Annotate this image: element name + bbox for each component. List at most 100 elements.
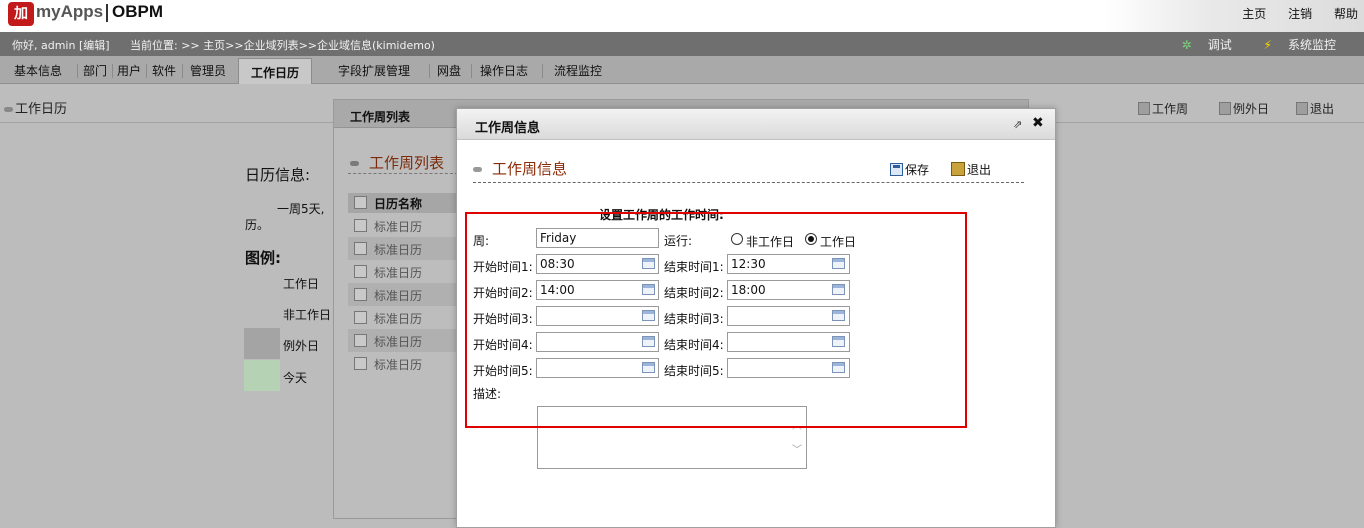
- system-monitor-label: 系统监控: [1287, 38, 1336, 52]
- row-checkbox[interactable]: [354, 357, 367, 370]
- tab-separator: [77, 64, 78, 78]
- page-exit-label: 退出: [1310, 102, 1335, 116]
- row-calendar-name[interactable]: 标准日历: [374, 289, 422, 303]
- legend-swatch-workday: [244, 267, 280, 298]
- tab-separator: [471, 64, 472, 78]
- table-header: 日历名称: [348, 193, 460, 213]
- bullet-icon: [4, 107, 13, 112]
- legend-title: 图例:: [245, 249, 281, 267]
- user-tools: ✲ 调试 ⚡ 系统监控: [1154, 36, 1336, 53]
- document-icon: [1138, 102, 1150, 115]
- row-calendar-name[interactable]: 标准日历: [374, 243, 422, 257]
- exit-icon: [1296, 102, 1308, 115]
- logo-product: OBPM: [112, 2, 163, 21]
- row-calendar-name[interactable]: 标准日历: [374, 312, 422, 326]
- row-checkbox[interactable]: [354, 265, 367, 278]
- legend-label-today: 今天: [283, 371, 308, 385]
- legend-swatch-exception: [244, 328, 280, 359]
- page-title-text: 工作日历: [15, 102, 68, 117]
- section-title: 工作周信息: [473, 158, 567, 179]
- table-row[interactable]: 标准日历: [348, 306, 460, 329]
- page-exit-button[interactable]: 退出: [1296, 100, 1334, 117]
- legend-label-workday: 工作日: [283, 277, 320, 291]
- scroll-down-icon[interactable]: ﹀: [792, 441, 802, 456]
- exit-label: 退出: [967, 163, 992, 177]
- tab-separator: [542, 64, 543, 78]
- row-checkbox[interactable]: [354, 334, 367, 347]
- tab-separator: [182, 64, 183, 78]
- tab-operation-log[interactable]: 操作日志: [480, 62, 528, 79]
- exception-day-label: 例外日: [1233, 102, 1270, 116]
- legend-swatch-today: [244, 360, 280, 391]
- section-title-text: 工作周信息: [492, 160, 568, 178]
- select-all-checkbox[interactable]: [354, 196, 367, 209]
- tab-netdisk[interactable]: 网盘: [437, 62, 461, 79]
- calendar-info-title: 日历信息:: [245, 166, 311, 184]
- lightning-icon: ⚡: [1263, 38, 1272, 52]
- home-link[interactable]: 主页: [1242, 7, 1266, 21]
- section-divider: [473, 182, 1024, 183]
- tab-software[interactable]: 软件: [152, 62, 176, 79]
- row-calendar-name[interactable]: 标准日历: [374, 358, 422, 372]
- table-row[interactable]: 标准日历: [348, 260, 460, 283]
- breadcrumb: 当前位置: >> 主页>>企业域列表>>企业域信息(kimidemo): [130, 39, 435, 52]
- legend-label-exception: 例外日: [283, 339, 320, 353]
- tab-department[interactable]: 部门: [83, 62, 107, 79]
- tab-separator: [429, 64, 430, 78]
- exit-icon: [951, 162, 965, 176]
- row-checkbox[interactable]: [354, 219, 367, 232]
- nav-tabs: 基本信息 部门 用户 软件 管理员 工作日历 字段扩展管理 网盘 操作日志 流程…: [0, 56, 1364, 84]
- tab-admins[interactable]: 管理员: [190, 62, 226, 79]
- tab-users[interactable]: 用户: [117, 62, 141, 79]
- save-icon: [890, 163, 903, 176]
- table-row[interactable]: 标准日历: [348, 283, 460, 306]
- user-greeting[interactable]: 你好, admin [编辑]: [12, 37, 110, 53]
- row-calendar-name[interactable]: 标准日历: [374, 266, 422, 280]
- top-bar: 加 myApps OBPM 主页 注销 帮助: [0, 0, 1364, 32]
- row-calendar-name[interactable]: 标准日历: [374, 335, 422, 349]
- legend-swatch-non-workday: [244, 298, 280, 329]
- row-checkbox[interactable]: [354, 311, 367, 324]
- dialog-title: 工作周信息: [475, 121, 541, 136]
- debug-button[interactable]: ✲ 调试: [1168, 38, 1232, 52]
- table-row[interactable]: 标准日历: [348, 237, 460, 260]
- row-checkbox[interactable]: [354, 288, 367, 301]
- bullet-icon: [473, 167, 482, 172]
- user-bar: 你好, admin [编辑] 当前位置: >> 主页>>企业域列表>>企业域信息…: [0, 32, 1364, 56]
- list-title-text: 工作周列表: [369, 154, 445, 172]
- logo-icon: 加: [8, 2, 34, 26]
- column-calendar-name: 日历名称: [374, 197, 423, 211]
- highlight-box: [465, 212, 967, 428]
- table-row[interactable]: 标准日历: [348, 329, 460, 352]
- save-button[interactable]: 保存: [890, 161, 929, 178]
- page-title: 工作日历: [4, 98, 67, 117]
- work-week-button[interactable]: 工作周: [1138, 100, 1188, 117]
- help-link[interactable]: 帮助: [1334, 7, 1358, 21]
- top-links: 主页 注销 帮助: [1224, 5, 1358, 22]
- work-week-label: 工作周: [1152, 102, 1189, 116]
- tab-basic-info[interactable]: 基本信息: [14, 62, 62, 79]
- logo-divider: [106, 4, 108, 22]
- bullet-icon: [350, 161, 359, 166]
- row-calendar-name[interactable]: 标准日历: [374, 220, 422, 234]
- row-checkbox[interactable]: [354, 242, 367, 255]
- gear-icon: ✲: [1181, 38, 1192, 52]
- logo-text: myApps: [36, 2, 104, 21]
- debug-label: 调试: [1207, 38, 1232, 52]
- tab-work-calendar[interactable]: 工作日历: [238, 58, 313, 84]
- tab-process-monitor[interactable]: 流程监控: [554, 62, 602, 79]
- dialog-header: 工作周信息 ⇗ ✖: [457, 109, 1055, 140]
- exception-day-button[interactable]: 例外日: [1219, 100, 1269, 117]
- table-row[interactable]: 标准日历: [348, 214, 460, 237]
- table-row[interactable]: 标准日历: [348, 352, 460, 375]
- legend-label-non-workday: 非工作日: [283, 308, 332, 322]
- popout-icon[interactable]: ⇗: [1013, 118, 1022, 131]
- close-icon[interactable]: ✖: [1032, 115, 1044, 131]
- calendar-description-2: 历。: [245, 218, 270, 232]
- logout-link[interactable]: 注销: [1288, 7, 1312, 21]
- document-icon: [1219, 102, 1231, 115]
- exit-button[interactable]: 退出: [951, 161, 991, 178]
- system-monitor-button[interactable]: ⚡ 系统监控: [1250, 38, 1336, 52]
- divider: [348, 173, 458, 174]
- tab-field-extension[interactable]: 字段扩展管理: [338, 62, 410, 79]
